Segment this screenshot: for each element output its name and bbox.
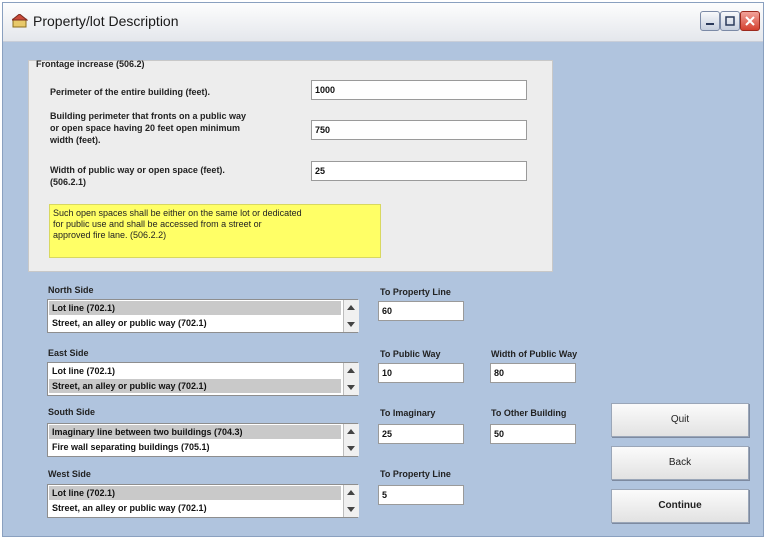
window-title: Property/lot Description <box>33 13 179 29</box>
west-field1-label: To Property Line <box>380 469 451 479</box>
list-item[interactable]: Street, an alley or public way (702.1) <box>49 316 341 330</box>
south-side-label: South Side <box>48 407 95 417</box>
scroll-down-icon[interactable] <box>347 320 355 328</box>
fronting-perimeter-input[interactable]: 750 <box>311 120 527 140</box>
east-field1-label: To Public Way <box>380 349 441 359</box>
note-line: Such open spaces shall be either on the … <box>53 208 302 218</box>
maximize-icon <box>725 16 735 26</box>
title-bar: Property/lot Description <box>3 3 763 42</box>
close-icon <box>745 16 755 26</box>
maximize-button[interactable] <box>720 11 740 31</box>
list-item[interactable]: Fire wall separating buildings (705.1) <box>49 440 341 454</box>
scroll-up-icon[interactable] <box>347 428 355 436</box>
east-public-way-input[interactable]: 10 <box>378 363 464 383</box>
back-button[interactable]: Back <box>611 446 749 480</box>
scrollbar[interactable] <box>343 363 359 395</box>
frontage-group-label: Frontage increase (506.2) <box>36 59 145 69</box>
north-property-line-input[interactable]: 60 <box>378 301 464 321</box>
list-item[interactable]: Lot line (702.1) <box>49 486 341 500</box>
north-side-listbox[interactable]: Lot line (702.1) Street, an alley or pub… <box>47 299 359 333</box>
scrollbar[interactable] <box>343 300 359 332</box>
width-label-line1: Width of public way or open space (feet)… <box>50 165 225 175</box>
scrollbar[interactable] <box>343 424 359 456</box>
south-imaginary-input[interactable]: 25 <box>378 424 464 444</box>
perimeter-label: Perimeter of the entire building (feet). <box>50 87 211 97</box>
east-public-way-width-input[interactable]: 80 <box>490 363 576 383</box>
scroll-down-icon[interactable] <box>347 383 355 391</box>
list-item[interactable]: Lot line (702.1) <box>49 301 341 315</box>
north-side-label: North Side <box>48 285 94 295</box>
east-field2-label: Width of Public Way <box>491 349 578 359</box>
fronting-label-line1: Building perimeter that fronts on a publ… <box>50 111 247 121</box>
scroll-down-icon[interactable] <box>347 505 355 513</box>
public-way-width-input[interactable]: 25 <box>311 161 527 181</box>
south-other-building-input[interactable]: 50 <box>490 424 576 444</box>
scroll-up-icon[interactable] <box>347 304 355 312</box>
fronting-label-line3: width (feet). <box>50 135 101 145</box>
app-icon <box>10 13 29 28</box>
continue-button[interactable]: Continue <box>611 489 749 523</box>
list-item[interactable]: Street, an alley or public way (702.1) <box>49 379 341 393</box>
west-side-label: West Side <box>48 469 91 479</box>
south-field2-label: To Other Building <box>491 408 567 418</box>
width-label-line2: (506.2.1) <box>50 177 87 187</box>
close-button[interactable] <box>740 11 760 31</box>
scroll-up-icon[interactable] <box>347 489 355 497</box>
list-item[interactable]: Street, an alley or public way (702.1) <box>49 501 341 515</box>
note-line: for public use and shall be accessed fro… <box>53 219 262 229</box>
open-space-note: Such open spaces shall be either on the … <box>49 204 381 258</box>
quit-button[interactable]: Quit <box>611 403 749 437</box>
scroll-down-icon[interactable] <box>347 444 355 452</box>
west-property-line-input[interactable]: 5 <box>378 485 464 505</box>
scrollbar[interactable] <box>343 485 359 517</box>
list-item[interactable]: Lot line (702.1) <box>49 364 341 378</box>
minimize-button[interactable] <box>700 11 720 31</box>
perimeter-input[interactable]: 1000 <box>311 80 527 100</box>
minimize-icon <box>706 23 714 25</box>
east-side-listbox[interactable]: Lot line (702.1) Street, an alley or pub… <box>47 362 359 396</box>
east-side-label: East Side <box>48 348 89 358</box>
south-side-listbox[interactable]: Imaginary line between two buildings (70… <box>47 423 359 457</box>
note-line: approved fire lane. (506.2.2) <box>53 230 167 240</box>
south-field1-label: To Imaginary <box>380 408 436 418</box>
list-item[interactable]: Imaginary line between two buildings (70… <box>49 425 341 439</box>
fronting-label-line2: or open space having 20 feet open minimu… <box>50 123 241 133</box>
scroll-up-icon[interactable] <box>347 367 355 375</box>
west-side-listbox[interactable]: Lot line (702.1) Street, an alley or pub… <box>47 484 359 518</box>
north-field1-label: To Property Line <box>380 287 451 297</box>
